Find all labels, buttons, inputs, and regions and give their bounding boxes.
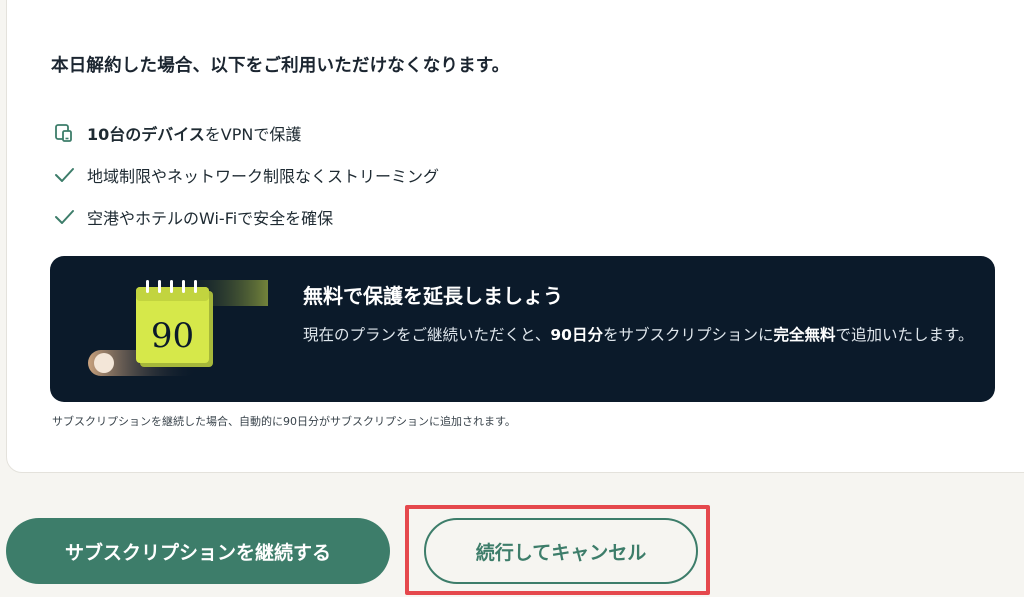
feature-list: 10台のデバイスをVPNで保護 地域制限やネットワーク制限なくストリーミング 空… [51, 112, 439, 238]
calendar-number: 90 [151, 316, 194, 356]
feature-item-streaming: 地域制限やネットワーク制限なくストリーミング [51, 154, 439, 196]
promo-text-3: で追加いたします。 [835, 326, 974, 344]
footnote: サブスクリプションを継続した場合、自動的に90日分がサブスクリプションに追加され… [52, 415, 516, 428]
proceed-cancel-button[interactable]: 続行してキャンセル [424, 518, 698, 584]
check-icon [51, 204, 77, 230]
devices-icon [51, 120, 77, 146]
promo-bold-days: 90日分 [550, 326, 603, 344]
free-extension-promo: 90 無料で保護を延長しましょう 現在のプランをご継続いただくと、90日分をサブ… [50, 256, 995, 402]
feature-item-wifi: 空港やホテルのWi-Fiで安全を確保 [51, 196, 439, 238]
promo-title: 無料で保護を延長しましょう [303, 284, 563, 308]
continue-subscription-button[interactable]: サブスクリプションを継続する [6, 518, 390, 584]
feature-devices-text: をVPNで保護 [204, 125, 302, 144]
loss-warning-heading: 本日解約した場合、以下をご利用いただけなくなります。 [51, 56, 510, 76]
promo-text-1: 現在のプランをご継続いただくと、 [303, 326, 551, 344]
promo-text-2: をサブスクリプションに [602, 326, 774, 344]
feature-streaming-text: 地域制限やネットワーク制限なくストリーミング [87, 167, 440, 186]
calendar-illustration: 90 [88, 274, 308, 394]
feature-devices-bold: 10台のデバイス [87, 125, 205, 144]
promo-bold-free: 完全無料 [773, 326, 836, 344]
promo-description: 現在のプランをご継続いただくと、90日分をサブスクリプションに完全無料で追加いた… [303, 320, 983, 350]
feature-wifi-text: 空港やホテルのWi-Fiで安全を確保 [87, 209, 334, 228]
check-icon [51, 162, 77, 188]
feature-item-devices: 10台のデバイスをVPNで保護 [51, 112, 439, 154]
